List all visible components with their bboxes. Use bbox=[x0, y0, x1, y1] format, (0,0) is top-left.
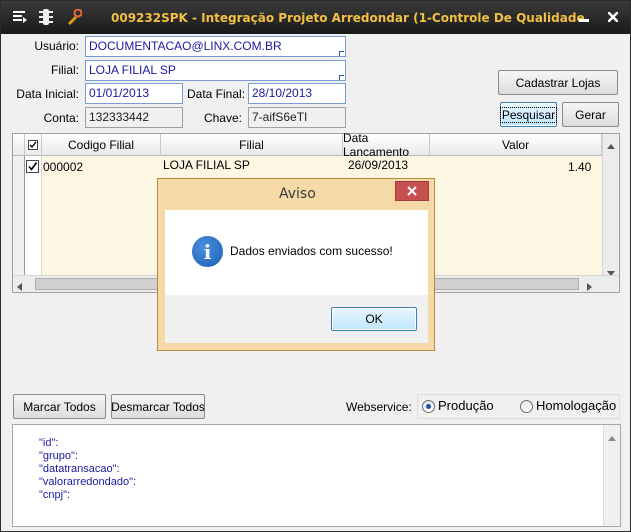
desmarcar-todos-label: Desmarcar Todos bbox=[111, 399, 205, 414]
col-header-valor[interactable]: Valor bbox=[430, 134, 602, 156]
dialog-footer: OK bbox=[165, 295, 428, 343]
dialog-close-button[interactable] bbox=[395, 181, 429, 201]
chave-field[interactable]: 7-aifS6eTI bbox=[248, 107, 346, 128]
cell-codigo: 000002 bbox=[43, 160, 84, 174]
chave-label: Chave: bbox=[203, 111, 242, 125]
conta-field[interactable]: 132333442 bbox=[85, 107, 183, 128]
cell-valor: 1.40 bbox=[568, 160, 592, 174]
cadastrar-lojas-button[interactable]: Cadastrar Lojas bbox=[498, 70, 618, 95]
scroll-up-arrow-icon[interactable] bbox=[607, 138, 615, 152]
close-icon[interactable] bbox=[603, 8, 623, 26]
data-inicial-field[interactable]: 01/01/2013 bbox=[85, 83, 183, 104]
aviso-dialog: Aviso i Dados enviados com sucesso! OK bbox=[157, 178, 435, 351]
radio-producao[interactable] bbox=[422, 400, 435, 413]
row-indicator-header bbox=[13, 134, 25, 156]
dialog-title-bar[interactable]: Aviso bbox=[158, 179, 434, 210]
conta-label: Conta: bbox=[43, 111, 79, 125]
marcar-todos-label: Marcar Todos bbox=[23, 399, 96, 414]
pesquisar-button[interactable]: Pesquisar bbox=[499, 102, 558, 127]
cell-data: 26/09/2013 bbox=[348, 158, 409, 172]
cell-filial: LOJA FILIAL SP bbox=[163, 158, 250, 172]
menu-icon[interactable] bbox=[11, 9, 29, 25]
info-icon: i bbox=[192, 236, 223, 267]
scroll-left-arrow-icon[interactable] bbox=[17, 280, 22, 294]
ok-button[interactable]: OK bbox=[331, 307, 417, 331]
data-final-field[interactable]: 28/10/2013 bbox=[248, 83, 346, 104]
lookup-grip-icon bbox=[339, 51, 344, 56]
radio-homologacao-label[interactable]: Homologação bbox=[536, 398, 616, 413]
pesquisar-label: Pesquisar bbox=[499, 106, 558, 123]
traffic-light-icon[interactable] bbox=[37, 9, 55, 25]
title-bar: 009232SPK - Integração Projeto Arredonda… bbox=[1, 1, 630, 34]
scroll-up-arrow-icon[interactable] bbox=[608, 430, 616, 444]
dialog-title: Aviso bbox=[279, 186, 316, 202]
filial-field[interactable]: LOJA FILIAL SP bbox=[85, 60, 346, 81]
cadastrar-lojas-label: Cadastrar Lojas bbox=[515, 75, 601, 90]
minimize-button[interactable] bbox=[574, 8, 594, 26]
json-line: "id": bbox=[39, 437, 59, 449]
json-scrollbar[interactable] bbox=[603, 425, 620, 526]
dialog-message: Dados enviados com sucesso! bbox=[230, 244, 393, 258]
webservice-label: Webservice: bbox=[346, 400, 412, 414]
col-header-filial[interactable]: Filial bbox=[161, 134, 343, 156]
json-line: "grupo": bbox=[39, 450, 78, 462]
json-preview-area[interactable]: "id": "grupo": "datatransacao": "valorar… bbox=[12, 424, 621, 527]
data-inicial-label: Data Inicial: bbox=[16, 87, 79, 101]
marcar-todos-button[interactable]: Marcar Todos bbox=[13, 394, 106, 419]
json-line: "datatransacao": bbox=[39, 463, 120, 475]
json-line: "valorarredondado": bbox=[39, 476, 137, 488]
scroll-right-arrow-icon[interactable] bbox=[587, 280, 592, 294]
grid-vertical-scrollbar[interactable] bbox=[602, 134, 619, 276]
wrench-icon[interactable] bbox=[65, 9, 83, 25]
dialog-body: i Dados enviados com sucesso! bbox=[165, 210, 428, 295]
filial-label: Filial: bbox=[50, 63, 79, 77]
filial-value: LOJA FILIAL SP bbox=[89, 63, 176, 77]
row-checkbox[interactable] bbox=[26, 160, 39, 173]
radio-producao-label[interactable]: Produção bbox=[438, 398, 494, 413]
col-header-data-lancamento[interactable]: Data Lancamento bbox=[343, 131, 430, 159]
lookup-grip-icon bbox=[339, 75, 344, 80]
json-line: "cnpj": bbox=[39, 489, 71, 501]
col-header-codigo-filial[interactable]: Codigo Filial bbox=[42, 134, 161, 156]
select-all-checkbox-header[interactable] bbox=[25, 134, 42, 156]
usuario-field[interactable]: DOCUMENTACAO@LINX.COM.BR bbox=[85, 36, 346, 57]
usuario-label: Usuário: bbox=[34, 39, 79, 53]
desmarcar-todos-button[interactable]: Desmarcar Todos bbox=[111, 394, 205, 419]
main-window: 009232SPK - Integração Projeto Arredonda… bbox=[0, 0, 631, 532]
window-title: 009232SPK - Integração Projeto Arredonda… bbox=[111, 11, 585, 25]
gerar-label: Gerar bbox=[575, 107, 606, 122]
checkbox-column bbox=[25, 156, 42, 275]
row-indicator-column bbox=[13, 156, 25, 275]
radio-homologacao[interactable] bbox=[520, 400, 533, 413]
ok-label: OK bbox=[365, 312, 383, 326]
usuario-value: DOCUMENTACAO@LINX.COM.BR bbox=[89, 39, 282, 53]
gerar-button[interactable]: Gerar bbox=[562, 102, 619, 127]
data-final-label: Data Final: bbox=[187, 87, 246, 101]
